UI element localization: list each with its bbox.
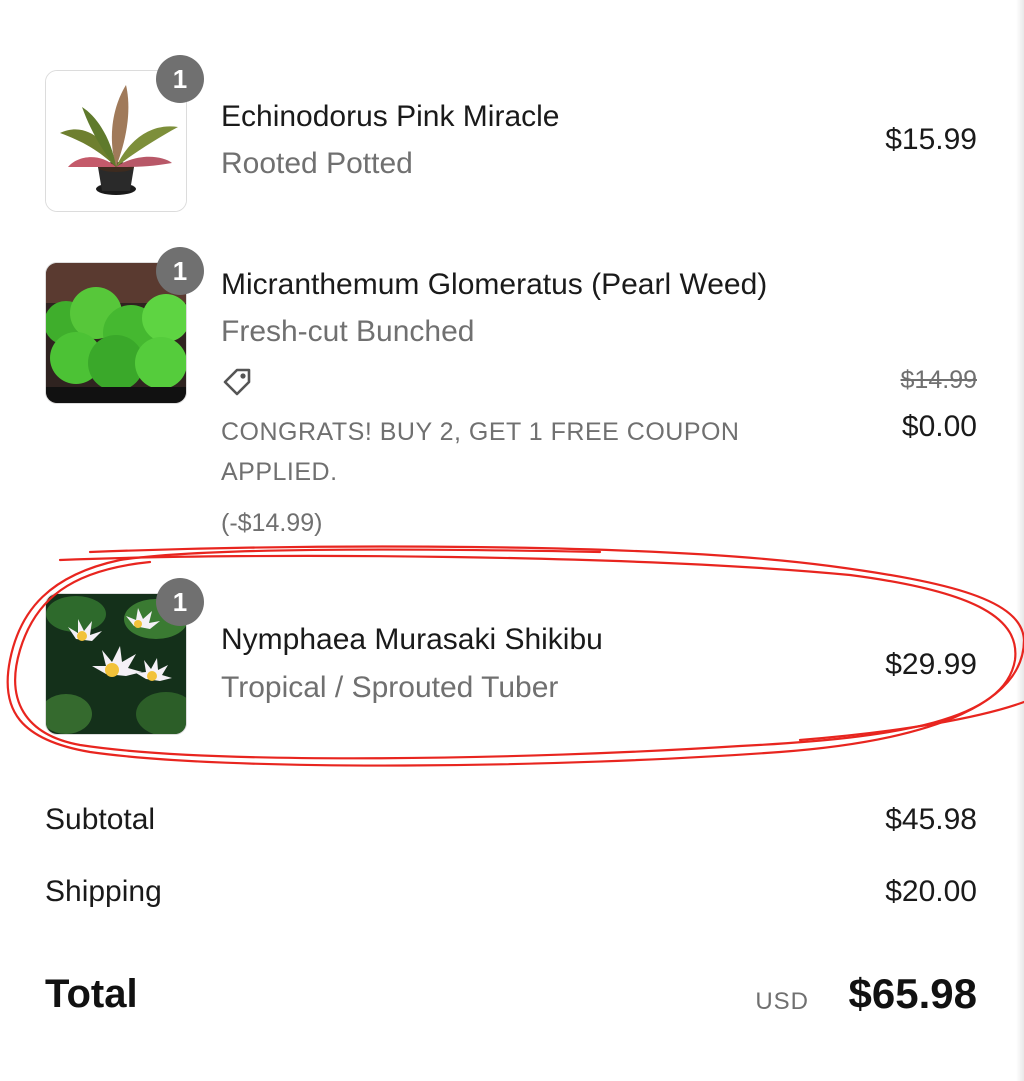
- quantity-badge: 1: [156, 55, 204, 103]
- product-name[interactable]: Nymphaea Murasaki Shikibu: [221, 623, 603, 657]
- subtotal-value: $45.98: [885, 803, 977, 836]
- coupon-message: CONGRATS! BUY 2, GET 1 FREE COUPON APPLI…: [221, 418, 740, 486]
- subtotal-label: Subtotal: [45, 803, 156, 836]
- annotation-stroke: [798, 700, 1024, 742]
- original-price: $14.99: [900, 366, 977, 394]
- product-price: $15.99: [885, 123, 977, 156]
- total-currency: USD: [755, 988, 809, 1015]
- quantity-badge: 1: [156, 578, 204, 626]
- shipping-value: $20.00: [885, 875, 977, 908]
- product-name[interactable]: Micranthemum Glomeratus (Pearl Weed): [221, 268, 767, 302]
- discount-amount: (-$14.99): [221, 509, 323, 537]
- product-price: $29.99: [885, 648, 977, 681]
- product-variant: Fresh-cut Bunched: [221, 315, 475, 348]
- total-value: $65.98: [848, 970, 977, 1017]
- product-variant: Rooted Potted: [221, 147, 413, 180]
- tag-icon: [223, 368, 251, 396]
- product-variant: Tropical / Sprouted Tuber: [221, 671, 559, 704]
- product-price: $0.00: [901, 410, 977, 443]
- total-label: Total: [45, 972, 138, 1016]
- page-edge: [1016, 0, 1024, 1081]
- product-name[interactable]: Echinodorus Pink Miracle: [221, 100, 559, 134]
- shipping-label: Shipping: [45, 875, 162, 908]
- quantity-badge: 1: [156, 247, 204, 295]
